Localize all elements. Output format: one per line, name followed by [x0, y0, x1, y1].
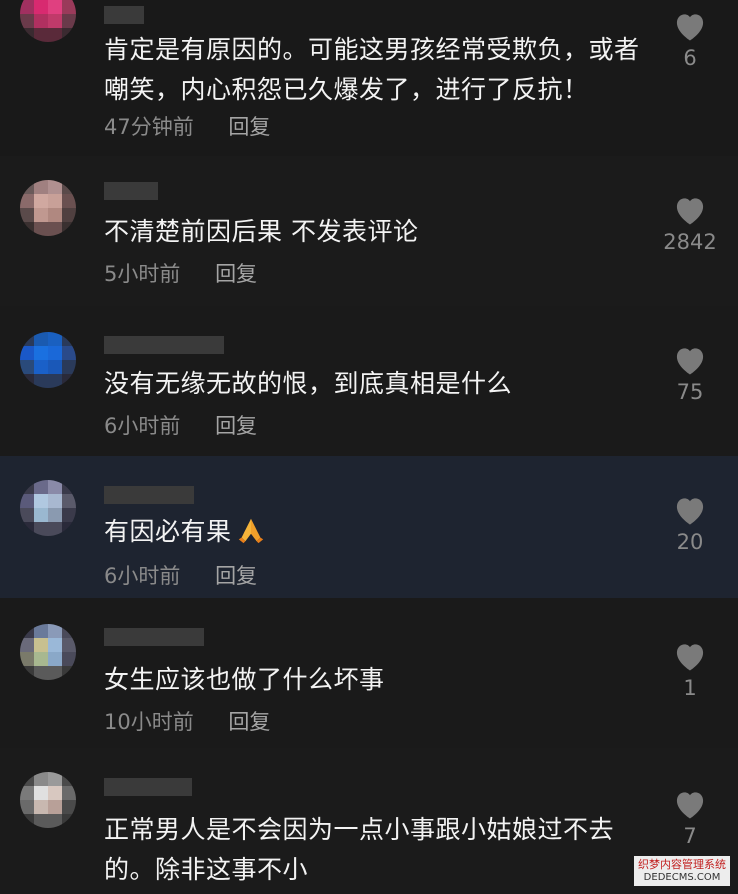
username-blurred[interactable]: [104, 4, 144, 26]
comment-feed: 肯定是有原因的。可能这男孩经常受欺负，或者嘲笑，内心积怨已久爆发了，进行了反抗！…: [0, 0, 738, 894]
like-button[interactable]: 1: [642, 640, 738, 700]
comment-time: 5小时前: [104, 262, 181, 286]
comment-item: 没有无缘无故的恨，到底真相是什么 6小时前 回复 75: [0, 306, 738, 456]
like-count: 1: [683, 676, 697, 700]
username-blurred[interactable]: [104, 334, 224, 356]
comment-text: 有因必有果: [104, 512, 642, 552]
comment-time: 47分钟前: [104, 115, 194, 139]
comment-meta: 10小时前 回复: [104, 708, 270, 736]
comment-time: 6小时前: [104, 414, 181, 438]
reply-button[interactable]: 回复: [215, 414, 257, 438]
like-button[interactable]: 20: [642, 494, 738, 554]
comment-meta: 6小时前 回复: [104, 412, 257, 440]
comment-item: 肯定是有原因的。可能这男孩经常受欺负，或者嘲笑，内心积怨已久爆发了，进行了反抗！…: [0, 0, 738, 156]
heart-icon: [676, 348, 704, 375]
avatar[interactable]: [20, 624, 76, 680]
site-watermark: 织梦内容管理系统 DEDECMS.COM: [634, 856, 730, 886]
username-blurred[interactable]: [104, 626, 204, 648]
username-blurred[interactable]: [104, 180, 158, 202]
avatar[interactable]: [20, 332, 76, 388]
comment-item: 不清楚前因后果 不发表评论 5小时前 回复 2842: [0, 156, 738, 306]
avatar[interactable]: [20, 480, 76, 536]
username-blurred[interactable]: [104, 484, 194, 506]
avatar[interactable]: [20, 772, 76, 828]
heart-icon: [676, 198, 704, 225]
comment-meta: 47分钟前 回复: [104, 113, 270, 141]
like-count: 75: [676, 380, 704, 404]
avatar[interactable]: [20, 180, 76, 236]
avatar[interactable]: [20, 0, 76, 42]
watermark-line-2: DEDECMS.COM: [643, 872, 721, 883]
username-blurred[interactable]: [104, 776, 192, 798]
heart-icon: [676, 498, 704, 525]
comment-item: 女生应该也做了什么坏事 10小时前 回复 1: [0, 598, 738, 748]
comment-item-highlighted: 有因必有果 6小时前 回复 20: [0, 456, 738, 598]
like-button[interactable]: 2842: [642, 194, 738, 254]
reply-button[interactable]: 回复: [215, 262, 257, 286]
comment-text-content: 有因必有果: [104, 517, 232, 546]
comment-time: 10小时前: [104, 710, 194, 734]
reply-button[interactable]: 回复: [228, 115, 270, 139]
reply-button[interactable]: 回复: [215, 564, 257, 588]
like-button[interactable]: 7: [642, 788, 738, 848]
like-count: 6: [683, 46, 697, 70]
heart-icon: [676, 14, 704, 41]
like-button[interactable]: 6: [642, 10, 738, 70]
like-button[interactable]: 75: [642, 344, 738, 404]
heart-icon: [676, 644, 704, 671]
comment-text: 女生应该也做了什么坏事: [104, 665, 385, 694]
comment-text: 没有无缘无故的恨，到底真相是什么: [104, 369, 513, 398]
watermark-line-1: 织梦内容管理系统: [638, 858, 726, 871]
folded-hands-emoji: [238, 518, 263, 544]
comment-text: 不清楚前因后果 不发表评论: [104, 217, 419, 246]
like-count: 7: [683, 824, 697, 848]
comment-time: 6小时前: [104, 564, 181, 588]
comment-text: 正常男人是不会因为一点小事跟小姑娘过不去的。除非这事不小: [104, 815, 615, 884]
comment-meta: 5小时前 回复: [104, 260, 257, 288]
comment-text: 肯定是有原因的。可能这男孩经常受欺负，或者嘲笑，内心积怨已久爆发了，进行了反抗！: [104, 35, 640, 104]
like-count: 20: [676, 530, 704, 554]
comment-meta: 6小时前 回复: [104, 562, 257, 590]
comment-item: 正常男人是不会因为一点小事跟小姑娘过不去的。除非这事不小 7: [0, 748, 738, 894]
heart-icon: [676, 792, 704, 819]
reply-button[interactable]: 回复: [228, 710, 270, 734]
like-count: 2842: [663, 230, 717, 254]
